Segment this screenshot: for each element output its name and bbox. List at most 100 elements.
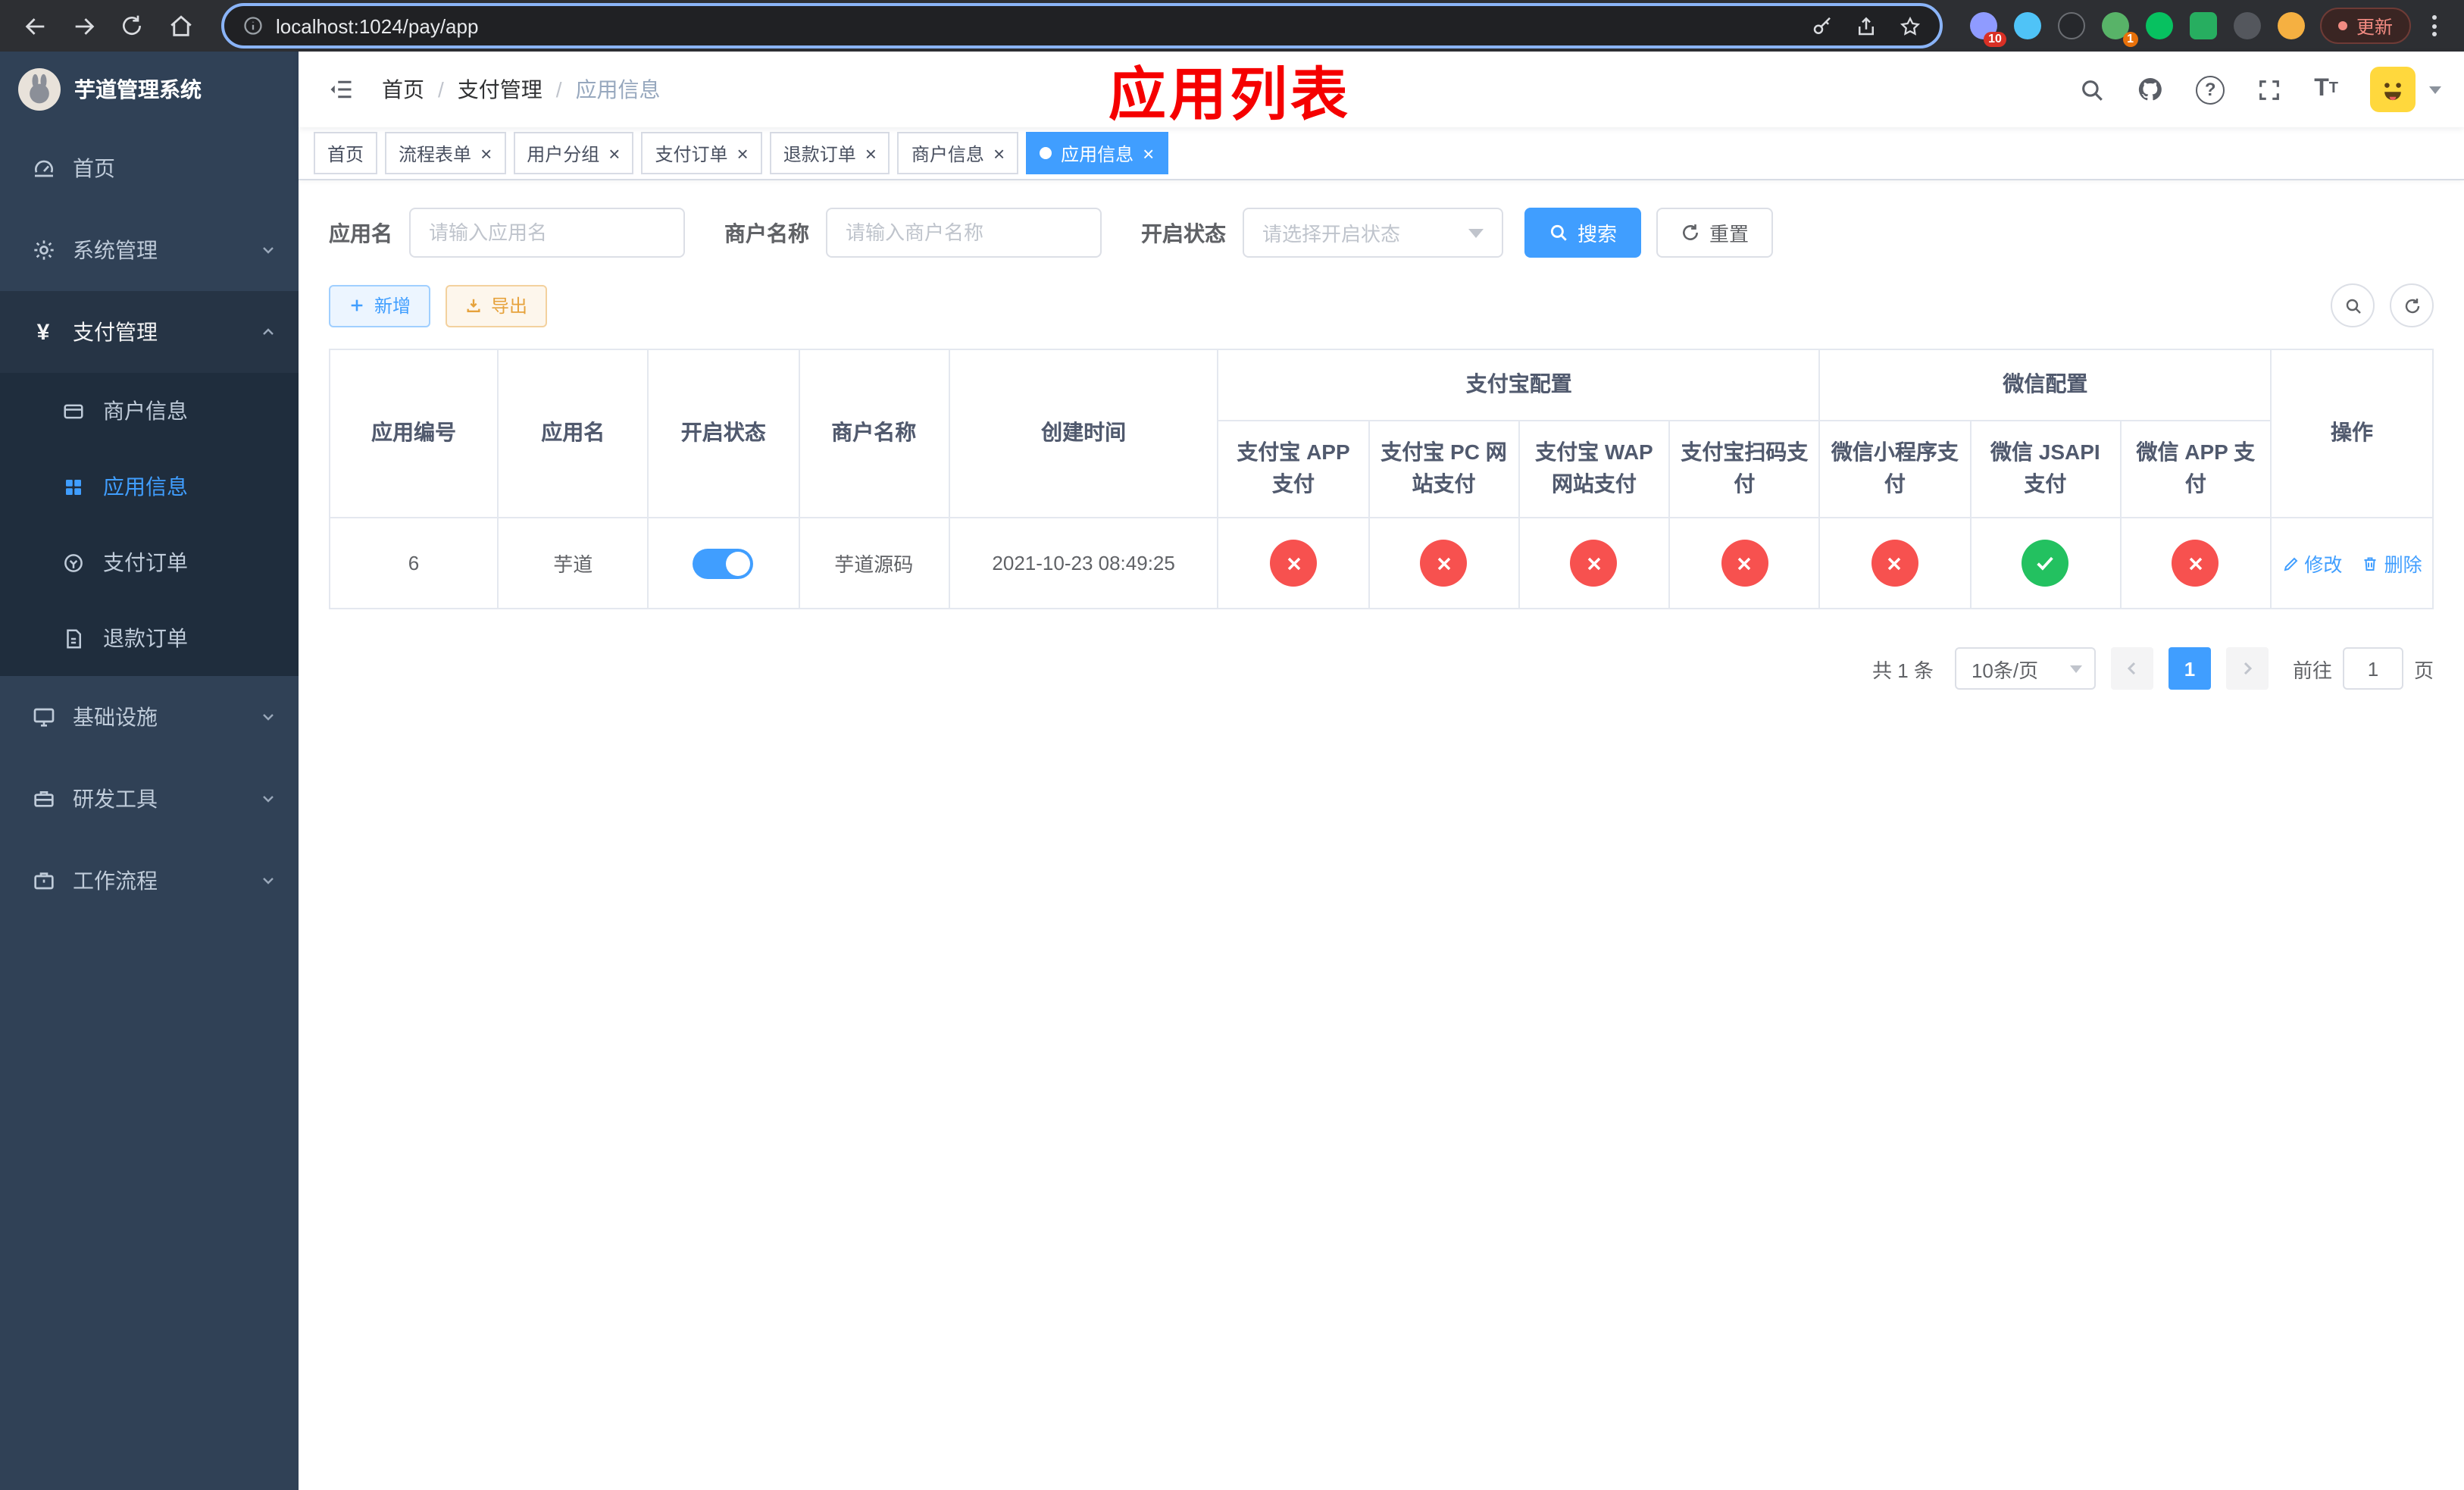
sidebar-item-infrastructure[interactable]: 基础设施 <box>0 676 299 758</box>
tab-merchant-info[interactable]: 商户信息 × <box>897 132 1019 174</box>
hamburger-icon[interactable] <box>321 76 361 103</box>
sidebar-item-refund-order[interactable]: 退款订单 <box>0 600 299 676</box>
site-info-icon[interactable] <box>242 15 264 36</box>
col-group-alipay: 支付宝配置 <box>1217 349 1821 421</box>
app-name-label: 应用名 <box>329 221 392 245</box>
extension-icon-5[interactable] <box>2145 12 2173 39</box>
close-icon[interactable]: × <box>480 143 492 163</box>
tab-pay-order[interactable]: 支付订单 × <box>641 132 762 174</box>
app-frame: 芋道管理系统 首页 系统管理 ¥ 支付管理 商户信息 应用信息 支付订单 退款订… <box>0 52 2464 1490</box>
back-icon[interactable] <box>15 6 55 45</box>
fullscreen-icon[interactable] <box>2256 77 2282 102</box>
chevron-down-icon <box>2069 665 2082 673</box>
sidebar-item-app-info[interactable]: 应用信息 <box>0 449 299 524</box>
goto-unit: 页 <box>2413 659 2434 682</box>
close-icon[interactable]: × <box>737 143 749 163</box>
gear-icon <box>30 237 56 263</box>
sidebar-item-merchant-info[interactable]: 商户信息 <box>0 373 299 449</box>
main-area: 首页 / 支付管理 / 应用信息 应用列表 ? T T 首页 流程表单 × 用户… <box>299 52 2464 1490</box>
close-icon[interactable]: × <box>865 143 877 163</box>
col-app-name: 应用名 <box>497 348 649 519</box>
tab-refund-order[interactable]: 退款订单 × <box>769 132 890 174</box>
avatar-caret-icon[interactable] <box>2429 86 2441 93</box>
refresh-table-button[interactable] <box>2390 283 2434 327</box>
tab-user-group[interactable]: 用户分组 × <box>513 132 634 174</box>
url-text[interactable]: localhost:1024/pay/app <box>276 14 1811 37</box>
wechat-jsapi-status-icon <box>2022 540 2069 587</box>
reset-button[interactable]: 重置 <box>1656 208 1774 258</box>
forward-icon[interactable] <box>64 6 103 45</box>
github-icon[interactable] <box>2137 76 2164 103</box>
tab-process-form[interactable]: 流程表单 × <box>385 132 506 174</box>
enable-switch[interactable] <box>693 548 754 579</box>
search-icon[interactable] <box>2079 77 2105 102</box>
col-wechat-jsapi: 微信 JSAPI 支付 <box>1969 419 2122 519</box>
app-name-input[interactable] <box>409 208 685 258</box>
breadcrumb-payment[interactable]: 支付管理 <box>458 74 543 105</box>
logo-avatar <box>18 68 61 111</box>
monitor-icon <box>30 704 56 730</box>
reload-icon[interactable] <box>112 6 152 45</box>
help-icon[interactable]: ? <box>2196 75 2225 104</box>
edit-button[interactable]: 修改 <box>2281 549 2342 578</box>
dashboard-icon <box>30 155 56 181</box>
extension-icon-7[interactable] <box>2233 12 2261 39</box>
extension-badge-10: 10 <box>1984 32 2006 47</box>
browser-menu-icon[interactable] <box>2420 9 2449 42</box>
close-icon[interactable]: × <box>608 143 620 163</box>
close-icon[interactable]: × <box>993 143 1005 163</box>
sidebar-item-dev-tools[interactable]: 研发工具 <box>0 758 299 840</box>
user-avatar[interactable] <box>2370 67 2416 112</box>
browser-update-button[interactable]: 更新 <box>2319 8 2411 44</box>
document-icon <box>61 625 86 651</box>
wechat-mini-status-icon <box>1871 540 1918 587</box>
goto-label: 前往 <box>2292 659 2332 682</box>
search-button[interactable]: 搜索 <box>1524 208 1642 258</box>
goto-page-input[interactable] <box>2342 647 2403 690</box>
sidebar-item-system[interactable]: 系统管理 <box>0 209 299 291</box>
extension-icon-8[interactable] <box>2277 12 2305 39</box>
font-size-icon[interactable]: TT <box>2314 77 2338 102</box>
grid-icon <box>61 474 86 499</box>
app-logo: 芋道管理系统 <box>0 52 299 127</box>
update-dot-icon <box>2337 21 2347 30</box>
toolbox-icon <box>30 786 56 812</box>
add-button[interactable]: 新增 <box>329 284 431 327</box>
page-number-1[interactable]: 1 <box>2168 647 2211 690</box>
alipay-app-status-icon <box>1270 540 1317 587</box>
tab-home[interactable]: 首页 <box>314 132 378 174</box>
address-bar[interactable]: localhost:1024/pay/app <box>221 3 1943 49</box>
status-select[interactable]: 请选择开启状态 <box>1243 208 1503 258</box>
delete-button[interactable]: 删除 <box>2362 549 2422 578</box>
toggle-search-button[interactable] <box>2331 283 2375 327</box>
bookmark-star-icon[interactable] <box>1899 14 1921 37</box>
extension-icon-6[interactable] <box>2189 12 2217 39</box>
sidebar-item-pay-order[interactable]: 支付订单 <box>0 524 299 600</box>
sidebar-item-home[interactable]: 首页 <box>0 127 299 209</box>
home-icon[interactable] <box>161 6 200 45</box>
sidebar-item-payment[interactable]: ¥ 支付管理 <box>0 291 299 373</box>
tags-view-bar: 首页 流程表单 × 用户分组 × 支付订单 × 退款订单 × 商户信息 × 应用… <box>299 127 2464 180</box>
breadcrumb-home[interactable]: 首页 <box>382 74 424 105</box>
pagination: 共 1 条 10条/页 1 前往 页 <box>329 647 2434 690</box>
wechat-app-status-icon <box>2172 540 2219 587</box>
prev-page-button[interactable] <box>2110 647 2153 690</box>
extension-icon-2[interactable] <box>2013 12 2041 39</box>
extension-icon-4[interactable]: 1 <box>2101 12 2138 47</box>
export-button[interactable]: 导出 <box>446 284 548 327</box>
tab-app-info[interactable]: 应用信息 × <box>1026 132 1168 174</box>
chevron-up-icon <box>259 323 277 341</box>
page-size-select[interactable]: 10条/页 <box>1954 647 2096 690</box>
extension-icon-3[interactable] <box>2057 12 2085 39</box>
col-alipay-qr: 支付宝扫码支付 <box>1668 419 1821 519</box>
table-row: 6 芋道 芋道源码 2021-10-23 08:49:25 修改 删除 <box>328 517 2434 610</box>
password-key-icon[interactable] <box>1811 14 1834 37</box>
sidebar: 芋道管理系统 首页 系统管理 ¥ 支付管理 商户信息 应用信息 支付订单 退款订… <box>0 52 299 1490</box>
share-icon[interactable] <box>1855 14 1878 37</box>
next-page-button[interactable] <box>2225 647 2269 690</box>
merchant-name-input[interactable] <box>826 208 1102 258</box>
extension-icon-1[interactable]: 10 <box>1969 12 2006 47</box>
sidebar-item-workflow[interactable]: 工作流程 <box>0 840 299 922</box>
cell-actions: 修改 删除 <box>2270 517 2434 610</box>
close-icon[interactable]: × <box>1143 143 1154 163</box>
